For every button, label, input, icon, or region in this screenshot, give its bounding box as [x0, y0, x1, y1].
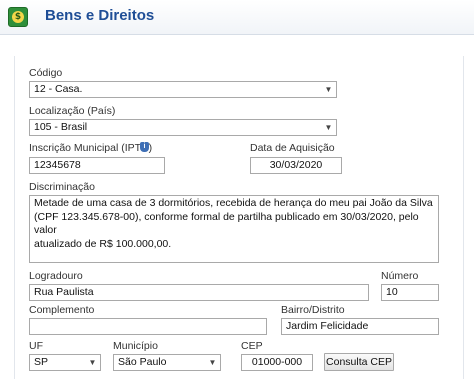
cep-input[interactable]: 01000-000 [241, 354, 313, 371]
chevron-down-icon: ▼ [324, 85, 333, 94]
discriminacao-label: Discriminação [29, 181, 95, 193]
uf-select[interactable]: SP ▼ [29, 354, 101, 371]
complemento-label: Complemento [29, 304, 95, 316]
codigo-label: Código [29, 67, 63, 79]
bairro-label: Bairro/Distrito [281, 304, 345, 316]
codigo-value: 12 - Casa. [34, 83, 83, 95]
localizacao-label: Localização (País) [29, 105, 116, 117]
cep-label: CEP [241, 340, 263, 352]
discriminacao-line: (CPF 123.345.678-00), conforme formal de… [34, 210, 419, 237]
discriminacao-line: atualizado de R$ 100.000,00. [34, 237, 172, 250]
municipio-value: São Paulo [118, 356, 167, 368]
discriminacao-textarea[interactable]: Metade de uma casa de 3 dormitórios, rec… [29, 195, 439, 263]
iptu-input[interactable]: 12345678 [29, 157, 165, 174]
bairro-input[interactable]: Jardim Felicidade [281, 318, 439, 335]
money-icon: $ [8, 7, 28, 27]
page-title: Bens e Direitos [45, 7, 155, 24]
numero-label: Número [381, 270, 419, 282]
discriminacao-line: Metade de uma casa de 3 dormitórios, rec… [34, 197, 433, 209]
info-shield-icon[interactable]: i [140, 142, 149, 152]
municipio-label: Município [113, 340, 158, 352]
form-border-left [14, 56, 15, 379]
data-aquisicao-label: Data de Aquisição [250, 142, 335, 154]
municipio-select[interactable]: São Paulo ▼ [113, 354, 221, 371]
logradouro-label: Logradouro [29, 270, 83, 282]
complemento-input[interactable] [29, 318, 267, 335]
chevron-down-icon: ▼ [88, 358, 97, 367]
numero-input[interactable]: 10 [381, 284, 439, 301]
uf-value: SP [34, 356, 49, 368]
iptu-label: Inscrição Municipal (IPTU) [29, 142, 153, 154]
codigo-select[interactable]: 12 - Casa. ▼ [29, 81, 337, 98]
consulta-cep-button[interactable]: Consulta CEP [324, 353, 394, 371]
localizacao-select[interactable]: 105 - Brasil ▼ [29, 119, 337, 136]
form-border-right [463, 56, 464, 379]
localizacao-value: 105 - Brasil [34, 121, 88, 133]
page-header: $ Bens e Direitos [0, 0, 474, 35]
chevron-down-icon: ▼ [208, 358, 217, 367]
chevron-down-icon: ▼ [324, 123, 333, 132]
data-aquisicao-input[interactable]: 30/03/2020 [250, 157, 342, 174]
logradouro-input[interactable]: Rua Paulista [29, 284, 369, 301]
uf-label: UF [29, 340, 43, 352]
